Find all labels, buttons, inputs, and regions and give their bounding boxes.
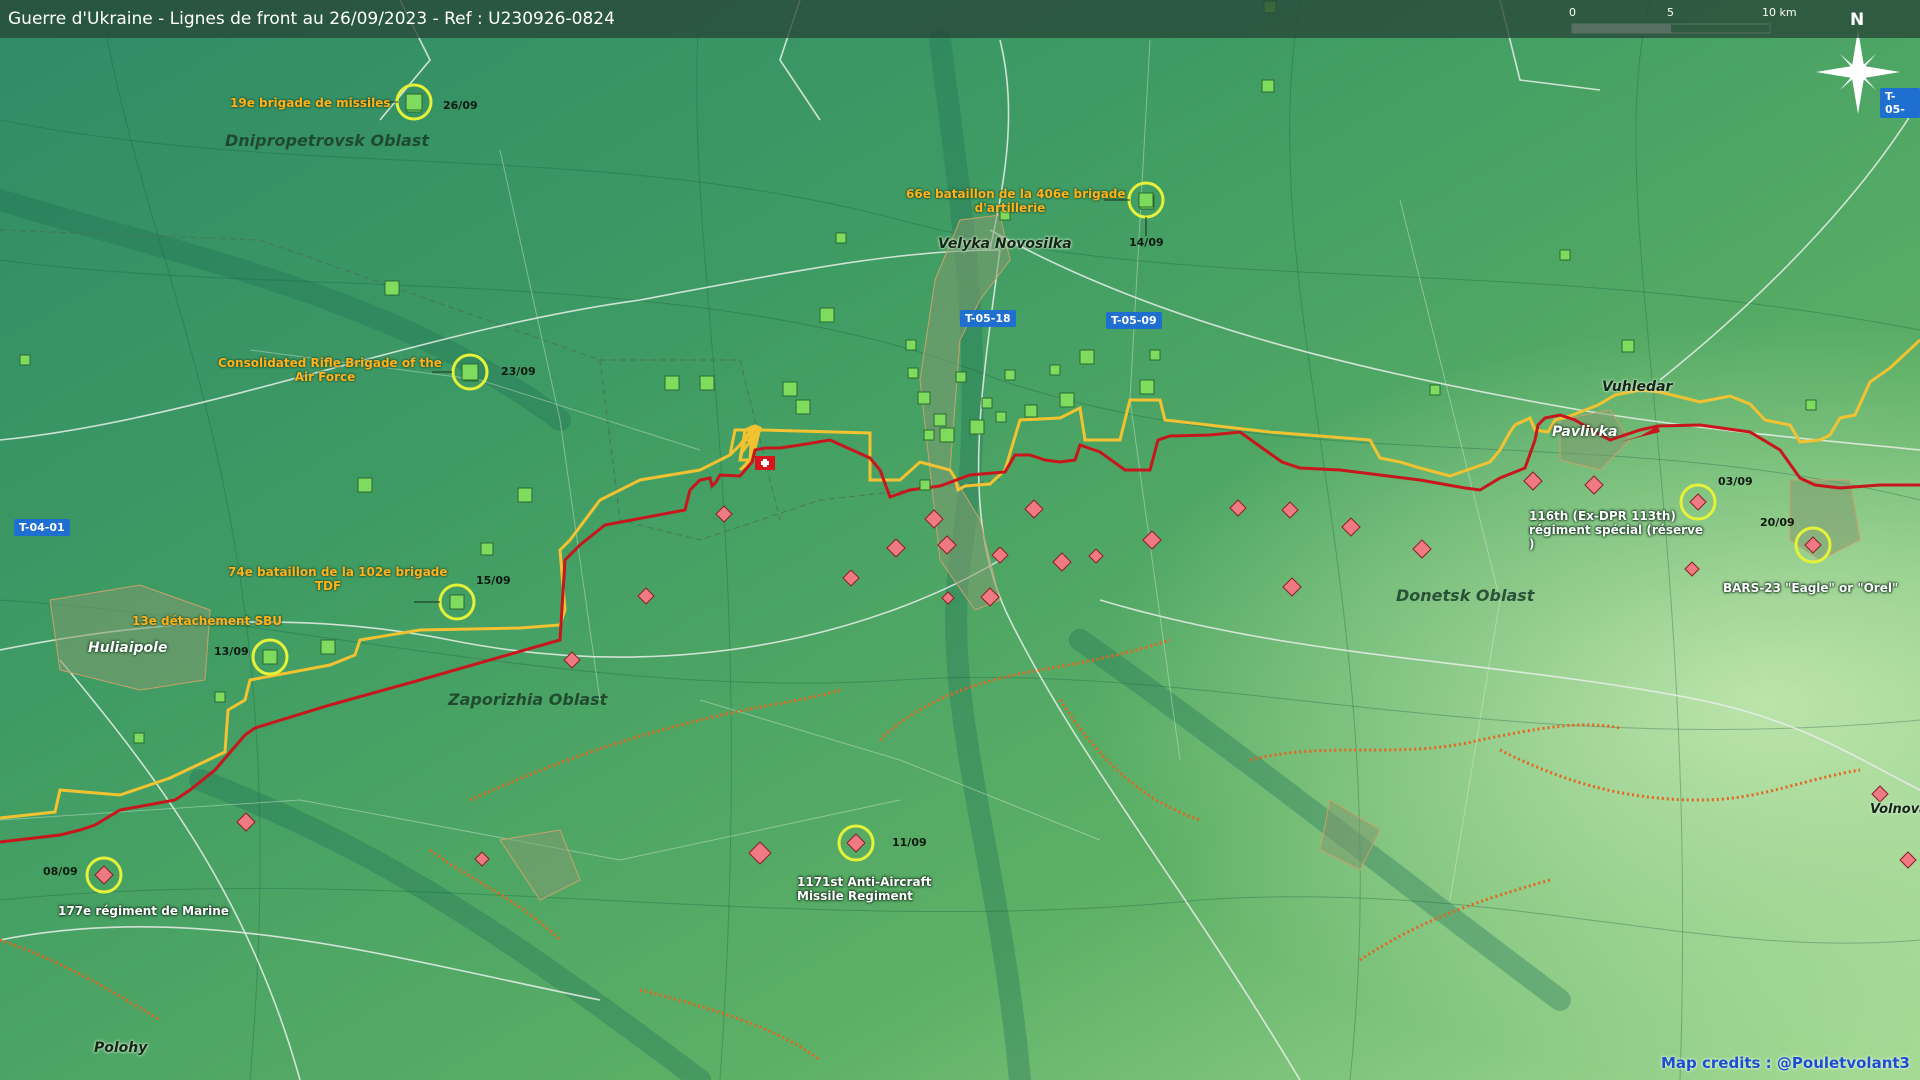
scale-tick-10: 10 km [1762, 6, 1797, 19]
date-08-09: 08/09 [43, 865, 78, 878]
unit-label-177e-regiment: 177e régiment de Marine [58, 904, 229, 918]
unit-label-crb-line2: Air Force [294, 370, 356, 384]
unit-label-1171-line2: Missile Regiment [797, 889, 913, 903]
unit-label-13e-sbu: 13e détachement SBU [132, 614, 283, 628]
road-badge-t0401: T-04-01 [14, 519, 70, 536]
map-title: Guerre d'Ukraine - Lignes de front au 26… [8, 9, 615, 29]
north-label: N [1850, 10, 1865, 30]
date-11-09: 11/09 [892, 836, 927, 849]
unit-label-116th: 116th (Ex-DPR 113th) régiment spécial (r… [1529, 509, 1703, 551]
place-polohy: Polohy [94, 1040, 148, 1056]
unit-label-116-line3: ) [1529, 537, 1535, 551]
date-20-09: 20/09 [1760, 516, 1795, 529]
place-volnova: Volnova [1870, 802, 1920, 817]
road-badge-t0518: T-05-18 [960, 310, 1016, 327]
title-bar: Guerre d'Ukraine - Lignes de front au 26… [0, 0, 1920, 38]
oblast-donetsk: Donetsk Oblast [1396, 586, 1535, 605]
scale-tick-5: 5 [1667, 6, 1674, 19]
road-badge-t0509: T-05-09 [1106, 312, 1162, 329]
unit-label-66e-bataillon: 66e bataillon de la 406e brigade d'artil… [906, 187, 1126, 215]
place-pavlivka: Pavlivka [1552, 424, 1618, 440]
unit-label-crb-line1: Consolidated Rifle Brigade of the [218, 356, 442, 370]
unit-label-74e-line2: TDF [314, 579, 342, 593]
scale-tick-0: 0 [1569, 6, 1576, 19]
unit-label-bars-23: BARS-23 "Eagle" or "Orel" [1723, 581, 1899, 595]
unit-label-1171-line1: 1171st Anti-Aircraft [797, 875, 932, 889]
map-credits[interactable]: Map credits : @Pouletvolant3 [1661, 1054, 1910, 1072]
date-03-09: 03/09 [1718, 475, 1753, 488]
oblast-zaporizhia: Zaporizhia Oblast [448, 690, 608, 709]
date-14-09: 14/09 [1129, 236, 1164, 249]
unit-label-1171st-aa: 1171st Anti-Aircraft Missile Regiment [797, 875, 932, 903]
date-26-09: 26/09 [443, 99, 478, 112]
unit-label-66e-line2: d'artillerie [974, 201, 1046, 215]
oblast-dnipropetrovsk: Dnipropetrovsk Oblast [225, 131, 429, 150]
unit-label-74e-bataillon: 74e bataillon de la 102e brigade TDF [228, 565, 448, 593]
place-huliaipole: Huliaipole [88, 640, 168, 656]
road-badge-t05: T-05- [1880, 88, 1920, 118]
unit-label-116-line2: régiment spécial (réserve [1529, 523, 1704, 537]
unit-label-116-line1: 116th (Ex-DPR 113th) [1529, 509, 1676, 523]
date-13-09: 13/09 [214, 645, 249, 658]
date-23-09: 23/09 [501, 365, 536, 378]
date-15-09: 15/09 [476, 574, 511, 587]
unit-label-19e-brigade: 19e brigade de missiles [230, 96, 391, 110]
unit-label-consolidated-rifle: Consolidated Rifle Brigade of the Air Fo… [218, 356, 442, 384]
place-vuhledar: Vuhledar [1602, 379, 1673, 395]
unit-label-74e-line1: 74e bataillon de la 102e brigade [228, 565, 448, 579]
unit-label-66e-line1: 66e bataillon de la 406e brigade [906, 187, 1126, 201]
swiss-flag-icon [755, 456, 775, 470]
place-velyka-novosilka: Velyka Novosilka [938, 236, 1072, 252]
